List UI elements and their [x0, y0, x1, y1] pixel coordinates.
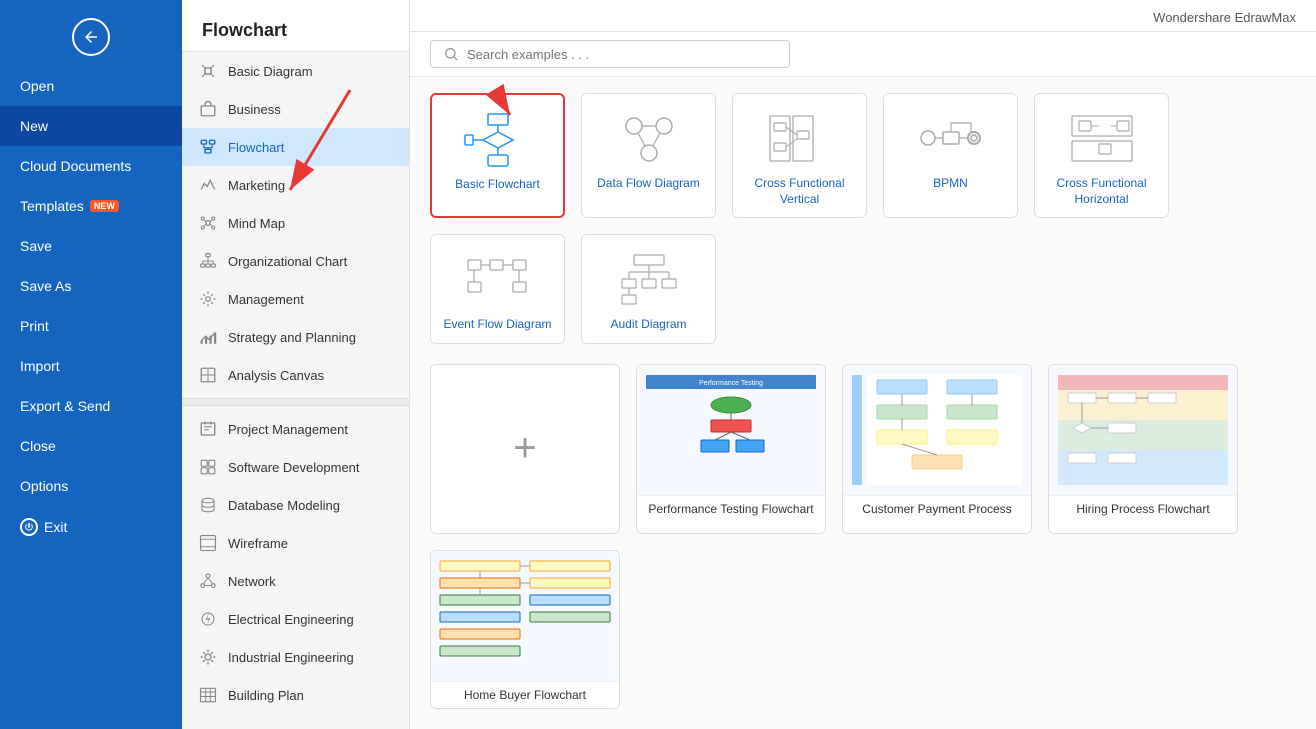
database-icon	[198, 495, 218, 515]
search-icon	[443, 46, 459, 62]
app-title: Wondershare EdrawMax	[1153, 10, 1296, 25]
industrial-icon	[198, 647, 218, 667]
new-file-card[interactable]: +	[430, 364, 620, 534]
template-label: Cross Functional Horizontal	[1043, 176, 1160, 207]
cat-wireframe[interactable]: Wireframe	[182, 524, 409, 562]
template-event-flow[interactable]: Event Flow Diagram	[430, 234, 565, 344]
cat-building[interactable]: Building Plan	[182, 676, 409, 714]
category-divider	[182, 398, 409, 406]
event-flow-preview	[458, 249, 538, 309]
wireframe-icon	[198, 533, 218, 553]
category-header: Flowchart	[182, 0, 409, 52]
example-label: Hiring Process Flowchart	[1049, 495, 1237, 522]
template-data-flow[interactable]: Data Flow Diagram	[581, 93, 716, 218]
template-label: Event Flow Diagram	[443, 317, 551, 333]
sidebar-item-export[interactable]: Export & Send	[0, 386, 182, 426]
management-icon	[198, 289, 218, 309]
strategy-icon	[198, 327, 218, 347]
cat-strategy[interactable]: Strategy and Planning	[182, 318, 409, 356]
exit-icon	[20, 518, 38, 536]
template-basic-flowchart[interactable]: Basic Flowchart	[430, 93, 565, 218]
cat-mindmap[interactable]: Mind Map	[182, 204, 409, 242]
sidebar-item-new[interactable]: New	[0, 106, 182, 146]
template-cross-horizontal[interactable]: Cross Functional Horizontal	[1034, 93, 1169, 218]
template-grid: Basic Flowchart Data Flow Diagram	[430, 93, 1296, 344]
audit-preview	[609, 249, 689, 309]
sidebar-item-print[interactable]: Print	[0, 306, 182, 346]
bpmn-preview	[911, 108, 991, 168]
example-home-buyer[interactable]: Home Buyer Flowchart	[430, 550, 620, 709]
example-hiring[interactable]: Hiring Process Flowchart	[1048, 364, 1238, 534]
cat-electrical[interactable]: Electrical Engineering	[182, 600, 409, 638]
example-perf-testing[interactable]: Performance Testing Performance Testing …	[636, 364, 826, 534]
orgchart-icon	[198, 251, 218, 271]
cat-database[interactable]: Database Modeling	[182, 486, 409, 524]
example-label: Home Buyer Flowchart	[431, 681, 619, 708]
flowchart-icon	[198, 137, 218, 157]
sidebar-item-saveas[interactable]: Save As	[0, 266, 182, 306]
electrical-icon	[198, 609, 218, 629]
cat-flowchart[interactable]: Flowchart	[182, 128, 409, 166]
template-label: Audit Diagram	[610, 317, 686, 333]
template-label: Data Flow Diagram	[597, 176, 700, 192]
svg-text:Performance Testing: Performance Testing	[699, 380, 763, 387]
sidebar-item-templates[interactable]: Templates NEW	[0, 186, 182, 226]
cat-software[interactable]: Software Development	[182, 448, 409, 486]
plus-icon: +	[513, 426, 536, 471]
cat-analysis[interactable]: Analysis Canvas	[182, 356, 409, 394]
example-label: Performance Testing Flowchart	[637, 495, 825, 522]
example-label: Customer Payment Process	[843, 495, 1031, 522]
building-icon	[198, 685, 218, 705]
cat-marketing[interactable]: Marketing	[182, 166, 409, 204]
cross-vertical-preview	[760, 108, 840, 168]
hiring-preview	[1049, 365, 1237, 495]
project-icon	[198, 419, 218, 439]
customer-payment-preview	[843, 365, 1031, 495]
network-icon	[198, 571, 218, 591]
template-label: BPMN	[933, 176, 968, 192]
marketing-icon	[198, 175, 218, 195]
business-icon	[198, 99, 218, 119]
template-cross-vertical[interactable]: Cross Functional Vertical	[732, 93, 867, 218]
basic-flowchart-preview	[458, 109, 538, 169]
software-icon	[198, 457, 218, 477]
sidebar-item-close[interactable]: Close	[0, 426, 182, 466]
template-label: Basic Flowchart	[455, 177, 540, 193]
sidebar-item-cloud[interactable]: Cloud Documents	[0, 146, 182, 186]
cross-horizontal-preview	[1062, 108, 1142, 168]
cat-project[interactable]: Project Management	[182, 410, 409, 448]
template-label: Cross Functional Vertical	[741, 176, 858, 207]
cat-industrial[interactable]: Industrial Engineering	[182, 638, 409, 676]
template-bpmn[interactable]: BPMN	[883, 93, 1018, 218]
main-content: Wondershare EdrawMax	[410, 0, 1316, 729]
content-area: Basic Flowchart Data Flow Diagram	[410, 77, 1316, 729]
home-buyer-preview	[431, 551, 619, 681]
search-input[interactable]	[467, 47, 777, 62]
analysis-icon	[198, 365, 218, 385]
sidebar-item-options[interactable]: Options	[0, 466, 182, 506]
sidebar: Open New Cloud Documents Templates NEW S…	[0, 0, 182, 729]
category-panel: Flowchart Basic Diagram Business Flowcha…	[182, 0, 410, 729]
top-bar: Wondershare EdrawMax	[410, 0, 1316, 32]
example-customer-payment[interactable]: Customer Payment Process	[842, 364, 1032, 534]
sidebar-item-exit[interactable]: Exit	[0, 506, 182, 548]
cat-basic-diagram[interactable]: Basic Diagram	[182, 52, 409, 90]
new-badge: NEW	[90, 200, 119, 212]
examples-grid: + Performance Testing	[430, 364, 1296, 709]
perf-testing-preview: Performance Testing	[637, 365, 825, 495]
mindmap-icon	[198, 213, 218, 233]
sidebar-item-open[interactable]: Open	[0, 66, 182, 106]
basic-diagram-icon	[198, 61, 218, 81]
sidebar-item-import[interactable]: Import	[0, 346, 182, 386]
cat-orgchart[interactable]: Organizational Chart	[182, 242, 409, 280]
cat-business[interactable]: Business	[182, 90, 409, 128]
search-bar	[410, 32, 1316, 77]
sidebar-item-save[interactable]: Save	[0, 226, 182, 266]
search-input-wrap[interactable]	[430, 40, 790, 68]
template-audit[interactable]: Audit Diagram	[581, 234, 716, 344]
back-button[interactable]	[0, 0, 182, 66]
cat-management[interactable]: Management	[182, 280, 409, 318]
data-flow-preview	[609, 108, 689, 168]
cat-network[interactable]: Network	[182, 562, 409, 600]
